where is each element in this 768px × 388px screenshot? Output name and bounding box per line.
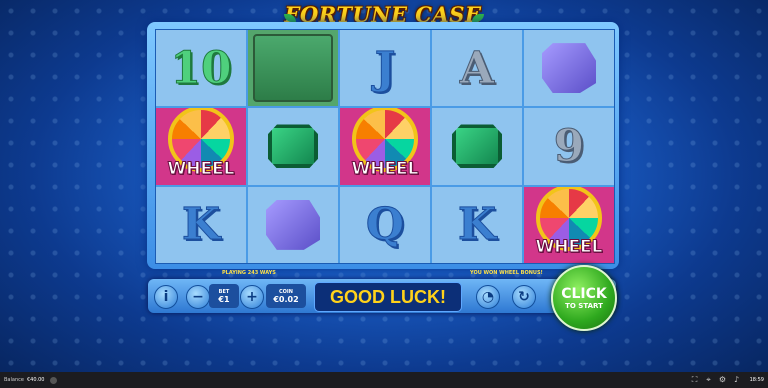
bet-display: BET €1	[209, 284, 239, 308]
bonus-caption: YOU WON WHEEL BONUS!	[470, 270, 543, 276]
info-button[interactable]: i	[154, 285, 178, 309]
ways-caption: PLAYING 243 WAYS	[222, 270, 276, 276]
bet-increase-button[interactable]: +	[240, 285, 264, 309]
reel-cell: K	[156, 186, 246, 263]
emerald-symbol	[452, 124, 502, 169]
reel-cell: WHEEL	[524, 186, 614, 263]
reel-cell: J	[340, 30, 430, 107]
autoplay-button[interactable]: ↻	[512, 285, 536, 309]
reel-cell: 9	[524, 108, 614, 185]
wheel-label: WHEEL	[167, 158, 235, 179]
balance-value: €40.00	[26, 377, 45, 383]
plus-icon: +	[246, 289, 258, 305]
emerald-symbol	[268, 124, 318, 169]
start-button-label: CLICK	[561, 285, 607, 302]
cube-symbol	[542, 43, 596, 94]
coin-value: €0.02	[273, 294, 299, 304]
clock: 18:59	[749, 377, 764, 383]
king-symbol: K	[181, 199, 221, 251]
reel-cell: 10	[156, 30, 246, 107]
coin-display[interactable]: COIN €0.02	[266, 284, 306, 308]
start-button-sublabel: TO START	[565, 301, 603, 310]
minus-icon: −	[192, 289, 204, 305]
reel-cell: A	[432, 30, 522, 107]
ace-symbol: A	[459, 42, 495, 94]
reel-cell	[248, 186, 338, 263]
bar-separator	[50, 376, 58, 384]
history-icon[interactable]: ⌖	[704, 375, 713, 384]
balance-label: Balance	[4, 377, 24, 383]
reel-cell: Q	[340, 186, 430, 263]
ten-symbol: 10	[170, 42, 232, 94]
reel-grid: 10 J A WHEEL WHEEL 9 K Q K WHEEL	[155, 29, 615, 264]
reel-cell	[524, 30, 614, 107]
autoplay-icon: ↻	[518, 289, 530, 305]
reel-cell: K	[432, 186, 522, 263]
bet-value: €1	[218, 294, 230, 304]
leaf-decoration	[472, 14, 484, 22]
fullscreen-icon[interactable]: ⛶	[690, 375, 699, 384]
reel-cell: WHEEL	[340, 108, 430, 185]
nine-symbol: 9	[553, 120, 585, 172]
bet-decrease-button[interactable]: −	[186, 285, 210, 309]
speedometer-icon: ◔	[481, 289, 495, 305]
reel-cell	[248, 108, 338, 185]
cube-symbol	[266, 199, 320, 250]
wheel-label: WHEEL	[535, 237, 603, 258]
jack-symbol: J	[374, 42, 396, 94]
wheel-label: WHEEL	[351, 158, 419, 179]
reel-cell: WHEEL	[156, 108, 246, 185]
reel-cell	[432, 108, 522, 185]
reel-cell	[248, 30, 338, 107]
settings-icon[interactable]: ⚙	[718, 375, 727, 384]
speed-button[interactable]: ◔	[476, 285, 500, 309]
money-case-symbol	[253, 34, 333, 103]
king-symbol: K	[457, 199, 497, 251]
queen-symbol: Q	[365, 199, 405, 251]
sound-icon[interactable]: ♪	[732, 375, 741, 384]
info-icon: i	[163, 289, 169, 305]
bottom-bar: Balance €40.00 18:59	[0, 372, 768, 388]
start-button[interactable]: CLICK TO START	[551, 265, 617, 331]
status-message: GOOD LUCK!	[314, 282, 462, 312]
